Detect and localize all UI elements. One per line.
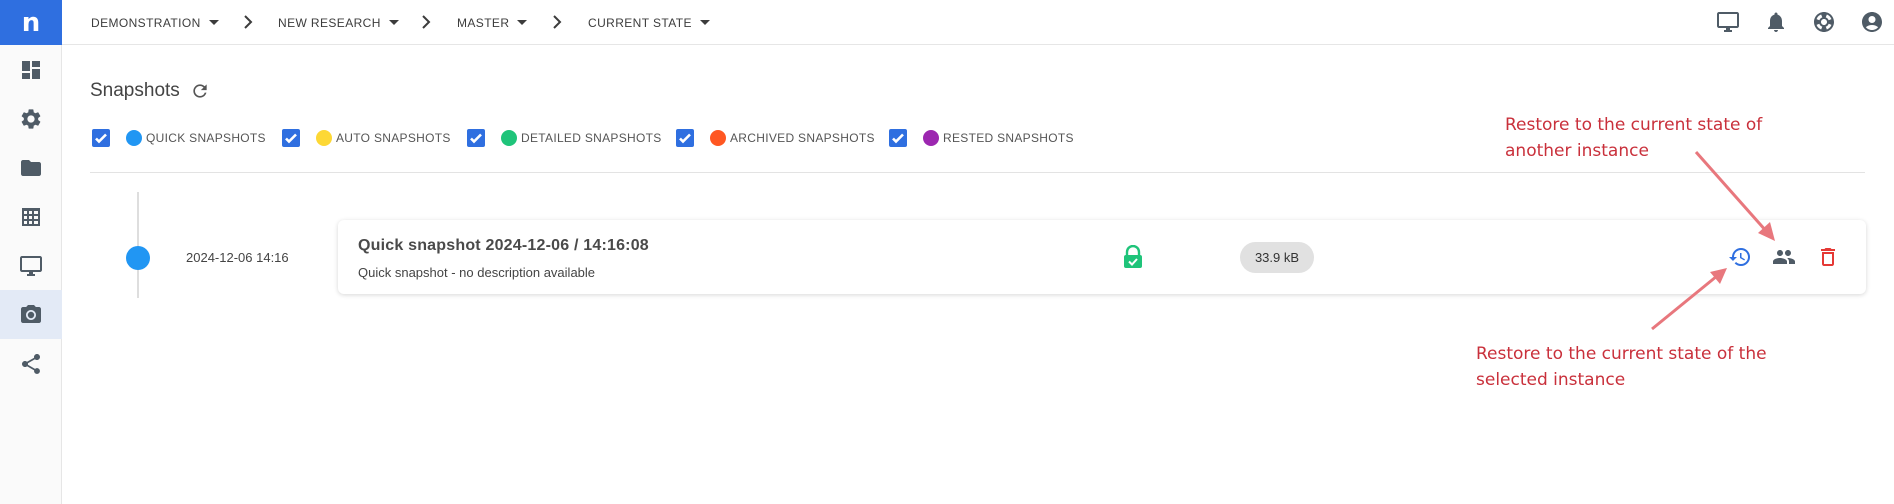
caret-down-icon	[517, 20, 528, 25]
filter-rested-snapshots[interactable]: RESTED SNAPSHOTS	[889, 128, 1074, 148]
filter-label: DETAILED SNAPSHOTS	[521, 131, 662, 145]
timeline-line	[137, 192, 139, 298]
sidebar-item-tables[interactable]	[0, 192, 62, 241]
color-dot	[501, 130, 517, 146]
breadcrumb-research[interactable]: NEW RESEARCH	[278, 0, 399, 45]
filter-label: QUICK SNAPSHOTS	[146, 131, 266, 145]
monitor-icon	[20, 255, 42, 276]
sidebar-item-settings[interactable]	[0, 94, 62, 143]
chevron-right-icon	[418, 14, 434, 30]
breadcrumb-label: NEW RESEARCH	[278, 15, 381, 30]
caret-down-icon	[699, 20, 710, 25]
breadcrumb-branch[interactable]: MASTER	[457, 0, 528, 45]
page-title: Snapshots	[90, 80, 180, 101]
camera-icon	[21, 304, 41, 323]
breadcrumb-state[interactable]: CURRENT STATE	[588, 0, 710, 45]
snapshot-size-badge: 33.9 kB	[1240, 242, 1314, 273]
checkbox[interactable]	[282, 129, 300, 147]
page-header: Snapshots	[90, 80, 210, 102]
bell-icon[interactable]	[1764, 10, 1788, 34]
filter-label: ARCHIVED SNAPSHOTS	[730, 131, 875, 145]
check-icon	[95, 133, 107, 144]
sidebar-item-snapshots[interactable]	[0, 290, 62, 339]
caret-down-icon	[388, 20, 399, 25]
snapshot-date: 2024-12-06 14:16	[186, 250, 289, 265]
annotation-line: Restore to the current state of	[1505, 115, 1763, 135]
breadcrumb-label: MASTER	[457, 15, 510, 30]
sidebar-item-files[interactable]	[0, 143, 62, 192]
filter-label: AUTO SNAPSHOTS	[336, 131, 451, 145]
sidebar: n	[0, 0, 62, 504]
breadcrumb-label: DEMONSTRATION	[91, 15, 201, 30]
restore-other-instance-button[interactable]	[1772, 245, 1796, 269]
annotation-line: another instance	[1505, 141, 1649, 161]
chevron-right-icon	[549, 14, 565, 30]
annotation-restore-other: Restore to the current state of another …	[1505, 112, 1762, 164]
check-icon	[470, 133, 482, 144]
sidebar-item-dashboard[interactable]	[0, 45, 62, 94]
sidebar-item-share[interactable]	[0, 339, 62, 388]
color-dot	[316, 130, 332, 146]
filter-detailed-snapshots[interactable]: DETAILED SNAPSHOTS	[467, 128, 662, 148]
checkbox[interactable]	[92, 129, 110, 147]
app-logo[interactable]: n	[0, 0, 62, 45]
folder-icon	[21, 159, 41, 176]
restore-selected-button[interactable]	[1728, 245, 1752, 269]
snapshot-description: Quick snapshot - no description availabl…	[358, 265, 596, 280]
share-icon	[22, 353, 40, 374]
people-icon	[1773, 250, 1795, 264]
filter-quick-snapshots[interactable]: QUICK SNAPSHOTS	[92, 128, 266, 148]
lock-check-icon	[1122, 244, 1144, 269]
check-icon	[892, 133, 904, 144]
check-icon	[679, 133, 691, 144]
divider	[90, 172, 1865, 173]
breadcrumb-label: CURRENT STATE	[588, 15, 692, 30]
filter-label: RESTED SNAPSHOTS	[943, 131, 1074, 145]
breadcrumb-project[interactable]: DEMONSTRATION	[91, 0, 219, 45]
top-bar: DEMONSTRATION NEW RESEARCH MASTER CURREN…	[62, 0, 1894, 45]
color-dot	[126, 130, 142, 146]
restore-history-icon	[1729, 248, 1750, 266]
annotation-restore-selected: Restore to the current state of the sele…	[1476, 341, 1767, 393]
snapshot-title: Quick snapshot 2024-12-06 / 14:16:08	[358, 237, 649, 254]
checkbox[interactable]	[889, 129, 907, 147]
checkbox[interactable]	[676, 129, 694, 147]
account-icon[interactable]	[1860, 10, 1884, 34]
gear-icon	[21, 108, 41, 129]
logo-letter: n	[21, 7, 41, 38]
checkbox[interactable]	[467, 129, 485, 147]
snapshot-card[interactable]: Quick snapshot 2024-12-06 / 14:16:08 Qui…	[338, 220, 1866, 294]
annotation-line: selected instance	[1476, 370, 1626, 390]
table-icon	[22, 207, 40, 226]
dashboard-icon	[22, 60, 40, 79]
delete-button[interactable]	[1816, 245, 1840, 269]
trash-icon	[1821, 248, 1835, 266]
lifebuoy-icon[interactable]	[1812, 10, 1836, 34]
check-icon	[285, 133, 297, 144]
caret-down-icon	[208, 20, 219, 25]
color-dot	[923, 130, 939, 146]
sidebar-item-instances[interactable]	[0, 241, 62, 290]
chevron-right-icon	[240, 14, 256, 30]
monitor-icon[interactable]	[1716, 10, 1740, 34]
timeline-dot	[126, 246, 150, 270]
filter-archived-snapshots[interactable]: ARCHIVED SNAPSHOTS	[676, 128, 875, 148]
annotation-line: Restore to the current state of the	[1476, 344, 1767, 364]
color-dot	[710, 130, 726, 146]
filter-auto-snapshots[interactable]: AUTO SNAPSHOTS	[282, 128, 451, 148]
refresh-icon[interactable]	[190, 81, 210, 101]
